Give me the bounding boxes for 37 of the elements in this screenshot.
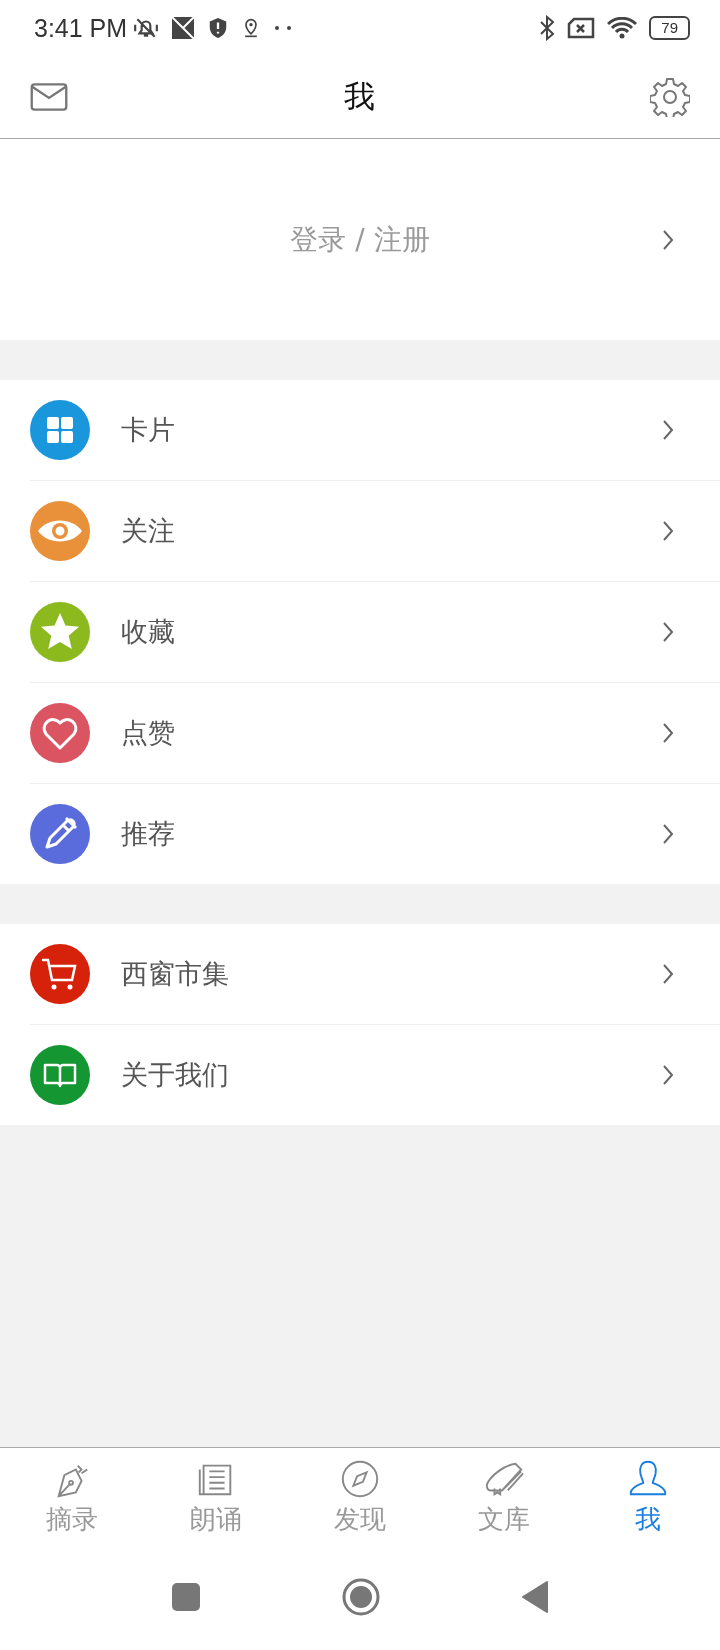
more-dots-icon	[273, 25, 294, 31]
wifi-icon	[607, 17, 638, 39]
chevron-right-icon	[662, 1064, 674, 1086]
bluetooth-icon	[539, 15, 556, 41]
menu-item-label: 关注	[121, 514, 176, 548]
menu-item-label: 点赞	[121, 716, 176, 750]
chevron-right-icon	[662, 419, 674, 441]
menu-item[interactable]: 卡片	[30, 380, 720, 481]
chevron-right-icon	[662, 963, 674, 985]
menu-item-label: 关于我们	[121, 1058, 230, 1092]
compass-icon	[339, 1458, 381, 1500]
menu-item-label: 西窗市集	[121, 957, 230, 991]
battery-indicator: 79	[649, 16, 690, 40]
image-icon	[171, 16, 196, 40]
chevron-right-icon	[662, 520, 674, 542]
mail-icon[interactable]	[30, 83, 68, 111]
chevron-right-icon	[662, 228, 674, 251]
menu-item[interactable]: 推荐	[30, 784, 720, 884]
menu-item[interactable]: 关于我们	[30, 1025, 720, 1125]
settings-icon[interactable]	[650, 77, 690, 117]
chevron-right-icon	[662, 621, 674, 643]
chevron-right-icon	[662, 722, 674, 744]
status-time: 3:41 PM	[34, 13, 128, 43]
recents-button[interactable]	[171, 1581, 201, 1612]
sim-card-icon	[567, 17, 596, 39]
menu-item[interactable]: 收藏	[30, 582, 720, 683]
page-title: 我	[343, 77, 375, 116]
menu-item[interactable]: 西窗市集	[30, 924, 720, 1025]
home-button[interactable]	[341, 1576, 381, 1617]
menu-item[interactable]: 点赞	[30, 683, 720, 784]
menu-item[interactable]: 关注	[30, 481, 720, 582]
back-button[interactable]	[521, 1579, 549, 1614]
menu-item-label: 推荐	[121, 817, 176, 851]
chevron-right-icon	[662, 823, 674, 845]
tab[interactable]: 我	[576, 1448, 720, 1553]
menu-item-label: 卡片	[121, 413, 176, 447]
menu-item-label: 收藏	[121, 615, 176, 649]
